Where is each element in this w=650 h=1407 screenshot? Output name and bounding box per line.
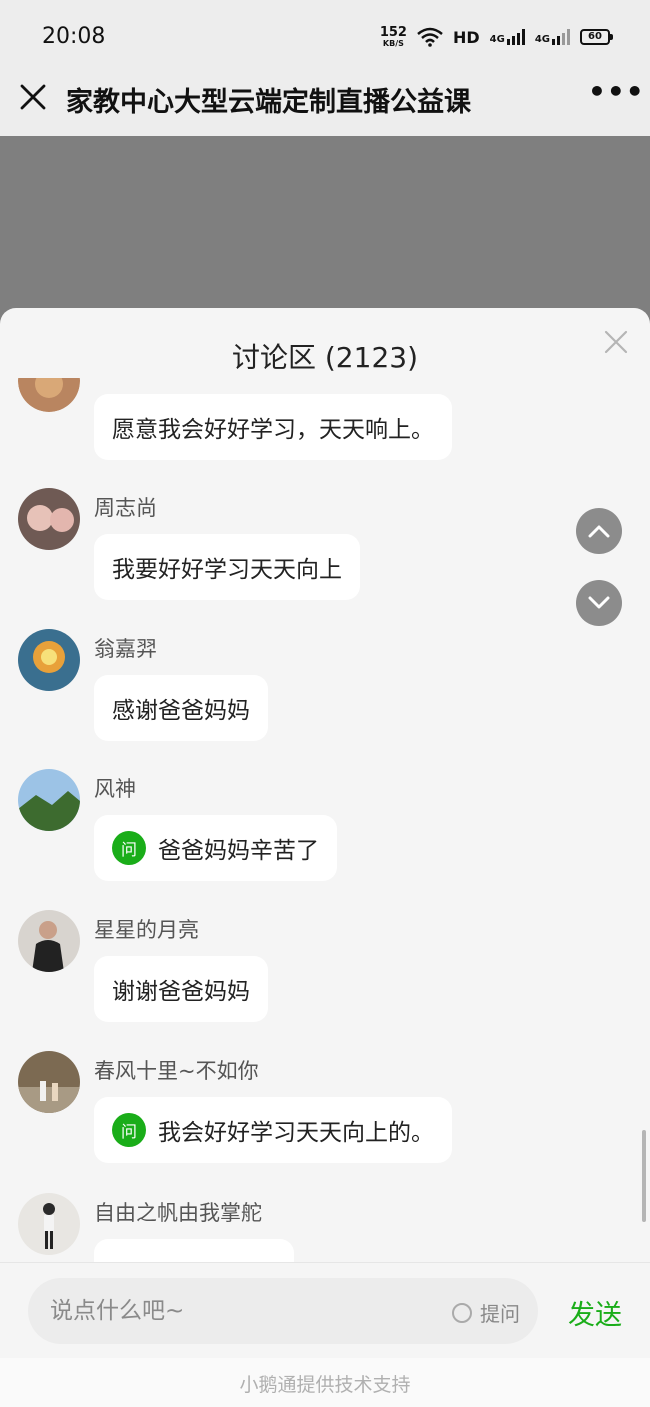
message-text: 我要好好学习天天向上 — [112, 557, 342, 583]
status-time: 20:08 — [42, 24, 106, 49]
avatar[interactable] — [18, 769, 80, 831]
username: 风神 — [94, 777, 136, 801]
network-speed-value: 152 — [379, 25, 407, 40]
input-bar: 提问 发送 — [0, 1262, 650, 1358]
ask-question-toggle[interactable]: 提问 — [452, 1298, 520, 1327]
chevron-up-icon — [588, 525, 610, 538]
avatar[interactable] — [18, 488, 80, 550]
avatar[interactable] — [18, 910, 80, 972]
send-button[interactable]: 发送 — [568, 1293, 622, 1332]
avatar[interactable] — [18, 378, 80, 412]
message-text: 感谢爸爸妈妈 — [112, 698, 250, 724]
scrollbar[interactable] — [642, 1130, 646, 1222]
scroll-up-button[interactable] — [576, 508, 622, 554]
comment-input[interactable] — [50, 1278, 430, 1344]
question-badge-icon: 问 — [112, 1113, 146, 1147]
message-text: 爸爸妈妈辛苦了 — [158, 838, 319, 864]
chevron-down-icon — [588, 596, 610, 609]
message-text: 愿意我会好好学习，天天响上。 — [112, 417, 434, 443]
signal-label-2: 4G — [534, 34, 550, 45]
username: 周志尚 — [94, 496, 157, 520]
title-bar: 家教中心大型云端定制直播公益课 ••• — [0, 68, 650, 136]
close-icon[interactable] — [604, 330, 628, 354]
status-bar: 20:08 152 KB/S HD 4G 4G 60 — [0, 0, 650, 68]
message-bubble: 问 我会好好学习天天向上的。 — [94, 1097, 452, 1163]
signal-bars-icon — [506, 29, 525, 45]
battery-icon: 60 — [580, 29, 613, 45]
username: 星星的月亮 — [94, 918, 199, 942]
username: 翁嘉羿 — [94, 637, 157, 661]
message-text: 我会好好学习天天向上的。 — [158, 1120, 434, 1146]
discussion-title: 讨论区 (2123) — [231, 341, 418, 374]
status-icons: 152 KB/S HD 4G 4G 60 — [380, 26, 613, 48]
video-player[interactable] — [0, 136, 650, 336]
message-bubble — [94, 1239, 294, 1262]
signal-icon-2: 4G — [535, 29, 570, 45]
network-speed: 152 KB/S — [380, 26, 407, 48]
ask-label: 提问 — [480, 1302, 520, 1326]
message-text: 谢谢爸爸妈妈 — [112, 979, 250, 1005]
signal-bars-icon — [552, 29, 570, 45]
avatar[interactable] — [18, 1051, 80, 1113]
hd-label: HD — [452, 27, 480, 47]
scroll-down-button[interactable] — [576, 580, 622, 626]
username: 春风十里~不如你 — [94, 1059, 259, 1083]
page-title: 家教中心大型云端定制直播公益课 — [66, 87, 471, 118]
network-speed-unit: KB/S — [382, 39, 404, 48]
message-list[interactable]: 愿意我会好好学习，天天响上。 周志尚 我要好好学习天天向上 翁嘉羿 感谢爸爸妈妈 — [0, 378, 650, 1262]
wifi-icon — [417, 27, 443, 47]
comment-input-container: 提问 — [28, 1278, 538, 1344]
footer-credit: 小鹅通提供技术支持 — [0, 1358, 650, 1407]
avatar[interactable] — [18, 629, 80, 691]
signal-icon-1: 4G — [490, 29, 525, 45]
message-bubble: 感谢爸爸妈妈 — [94, 675, 268, 741]
avatar[interactable] — [18, 1193, 80, 1255]
close-icon[interactable] — [18, 82, 48, 112]
username: 自由之帆由我掌舵 — [94, 1201, 262, 1225]
radio-icon — [452, 1302, 472, 1323]
discussion-panel: 讨论区 (2123) 愿意我会好好学习，天天响上。 周志尚 我要好好学习天天向上 — [0, 308, 650, 1407]
message-bubble: 问 爸爸妈妈辛苦了 — [94, 815, 337, 881]
more-options-button[interactable]: ••• — [588, 78, 644, 108]
message-bubble: 谢谢爸爸妈妈 — [94, 956, 268, 1022]
signal-label-1: 4G — [489, 34, 505, 45]
question-badge-icon: 问 — [112, 831, 146, 865]
message-bubble: 我要好好学习天天向上 — [94, 534, 360, 600]
message-bubble: 愿意我会好好学习，天天响上。 — [94, 394, 452, 460]
